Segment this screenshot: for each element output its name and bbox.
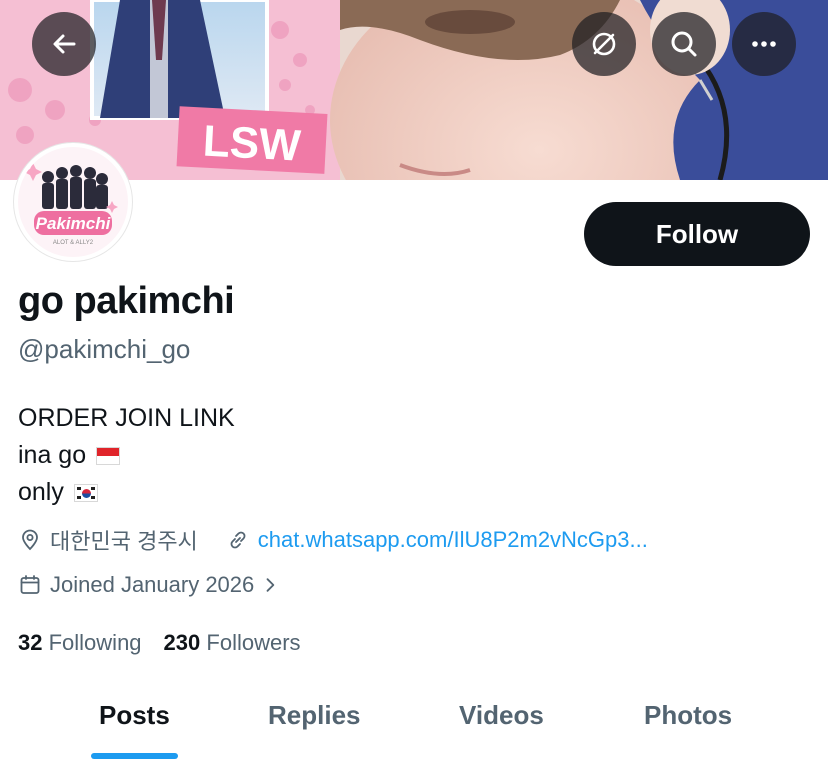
bio-text: ina go [18, 441, 87, 469]
location-pin-icon [22, 529, 38, 551]
tab-posts[interactable]: Posts [99, 700, 170, 731]
following-label: Following [48, 630, 142, 655]
followers-count: 230 [163, 630, 201, 655]
grok-icon [592, 32, 616, 56]
banner-sticker-text: LSW [202, 117, 303, 171]
search-icon [671, 31, 697, 57]
joined-date: Joined January 2026 [50, 572, 255, 597]
indonesia-flag-icon [96, 446, 121, 465]
bio-text: ORDER JOIN LINK [18, 404, 235, 432]
bio-text: only [18, 478, 64, 506]
search-button[interactable] [652, 12, 716, 76]
profile-tabs: Posts Replies Videos Photos [0, 690, 828, 759]
follow-stats: 32 Following 230 Followers [18, 630, 301, 656]
tab-photos[interactable]: Photos [644, 700, 732, 731]
profile-meta-location-row: 대한민국 경주시 chat.whatsapp.com/IlU8P2m2vNcGp… [18, 524, 648, 556]
tab-replies[interactable]: Replies [268, 700, 361, 731]
profile-meta-joined-row[interactable]: Joined January 2026 [18, 572, 288, 598]
profile-avatar[interactable]: Pakimchi ALOT & ALLY2 [14, 143, 132, 261]
grok-button[interactable] [572, 12, 636, 76]
user-handle: @pakimchi_go [18, 334, 191, 364]
bio-line: ORDER JOIN LINK [18, 400, 235, 437]
south-korea-flag-icon [73, 483, 98, 502]
arrow-left-icon [53, 34, 76, 54]
profile-bio: ORDER JOIN LINK ina go only [18, 400, 235, 511]
following-stat[interactable]: 32 Following [18, 630, 142, 656]
more-options-button[interactable] [732, 12, 796, 76]
following-count: 32 [18, 630, 43, 655]
follow-button[interactable]: Follow [584, 202, 810, 266]
avatar-logo-subtext: ALOT & ALLY2 [53, 240, 94, 246]
bio-line: ina go [18, 437, 235, 474]
location-text: 대한민국 경주시 [50, 529, 198, 554]
tab-videos[interactable]: Videos [459, 700, 544, 731]
chevron-right-icon [266, 578, 275, 592]
followers-stat[interactable]: 230 Followers [164, 630, 301, 656]
more-horizontal-icon [752, 41, 776, 47]
calendar-icon [20, 575, 40, 594]
website-link[interactable]: chat.whatsapp.com/IlU8P2m2vNcGp3... [258, 527, 648, 553]
followers-label: Followers [206, 630, 301, 655]
avatar-logo: Pakimchi ALOT & ALLY2 [18, 147, 128, 257]
display-name: go pakimchi [18, 280, 235, 322]
link-icon [230, 531, 246, 549]
bio-line: only [18, 474, 235, 511]
avatar-logo-text: Pakimchi [36, 214, 112, 233]
back-button[interactable] [32, 12, 96, 76]
active-tab-indicator [91, 753, 178, 759]
